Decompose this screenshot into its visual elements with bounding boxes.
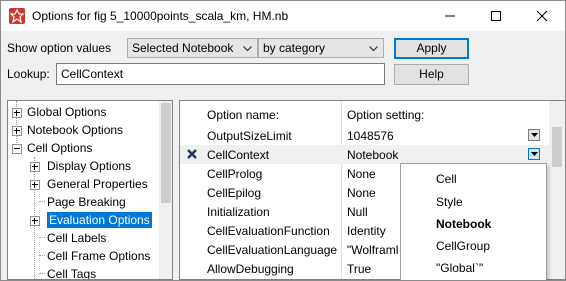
close-icon <box>536 10 548 22</box>
tree-item-page-breaking[interactable]: Page Breaking <box>8 193 158 211</box>
option-value[interactable]: None <box>347 186 376 200</box>
menu-option-cellgroup[interactable]: CellGroup <box>436 239 490 253</box>
expand-icon[interactable] <box>30 180 40 190</box>
window-title: Options for fig 5_10000points_scala_km, … <box>32 9 289 23</box>
tree-item-label: General Properties <box>47 177 148 191</box>
option-row-cellcontext[interactable]: CellContext Notebook <box>180 145 550 164</box>
triangle-down-icon <box>531 133 538 137</box>
maximize-button[interactable] <box>473 1 519 31</box>
tree-item-evaluation-options[interactable]: Evaluation Options <box>8 211 158 229</box>
lookup-input-value: CellContext <box>61 67 124 81</box>
option-row-outputsizelimit[interactable]: OutputSizeLimit 1048576 <box>180 126 550 145</box>
expand-icon[interactable] <box>12 108 22 118</box>
option-name: CellProlog <box>207 167 263 181</box>
tree-item-global-options[interactable]: Global Options <box>8 103 158 121</box>
option-value[interactable]: Notebook <box>347 148 398 162</box>
apply-button[interactable]: Apply <box>394 38 469 59</box>
scope-select-value: Selected Notebook <box>132 41 234 55</box>
menu-option-cell[interactable]: Cell <box>436 172 457 186</box>
tree-item-label: Page Breaking <box>47 195 126 209</box>
value-dropdown-button[interactable] <box>528 129 540 141</box>
option-name: Initialization <box>207 205 270 219</box>
tree-item-label: Display Options <box>47 159 132 173</box>
menu-option-style[interactable]: Style <box>436 195 463 209</box>
tree-item-cell-frame-options[interactable]: Cell Frame Options <box>8 247 158 265</box>
chevron-down-icon <box>369 46 378 52</box>
tree-item-label: Global Options <box>27 105 107 119</box>
value-dropdown-button[interactable] <box>528 148 540 160</box>
grid-scrollbar[interactable] <box>549 101 565 279</box>
lookup-input[interactable]: CellContext <box>56 63 385 85</box>
option-name: CellEpilog <box>207 186 262 200</box>
option-value[interactable]: Null <box>347 205 368 219</box>
menu-option-global[interactable]: "Global`" <box>436 261 483 275</box>
cellcontext-dropdown-menu[interactable]: Cell Style Notebook CellGroup "Global`" <box>400 163 547 280</box>
scope-select[interactable]: Selected Notebook <box>127 38 258 58</box>
tree-item-display-options[interactable]: Display Options <box>8 157 158 175</box>
tree-item-label: Cell Labels <box>47 231 107 245</box>
modified-marker-icon <box>187 149 197 159</box>
tree-item-notebook-options[interactable]: Notebook Options <box>8 121 158 139</box>
lookup-label: Lookup: <box>7 67 50 81</box>
option-name-header: Option name: <box>207 108 280 122</box>
help-button[interactable]: Help <box>394 64 469 85</box>
minimize-button[interactable] <box>427 1 473 31</box>
maximize-icon <box>491 11 501 21</box>
tree-scrollbar-thumb[interactable] <box>161 103 171 203</box>
grid-header: Option name: Option setting: <box>180 105 550 124</box>
option-value[interactable]: True <box>347 262 371 276</box>
option-name: CellEvaluationLanguage <box>207 243 338 257</box>
tree-item-cell-labels[interactable]: Cell Labels <box>8 229 158 247</box>
option-setting-header: Option setting: <box>347 108 425 122</box>
chevron-down-icon <box>243 46 252 52</box>
tree-item-label: Notebook Options <box>27 123 124 137</box>
options-window: Options for fig 5_10000points_scala_km, … <box>0 0 566 281</box>
option-name: CellEvaluationFunction <box>207 224 330 238</box>
grid-scrollbar-thumb[interactable] <box>552 127 562 167</box>
tree-item-label: Cell Frame Options <box>47 249 151 263</box>
expand-icon[interactable] <box>30 162 40 172</box>
tree-item-label: Cell Tags <box>47 267 97 280</box>
option-value[interactable]: "Wolframl <box>347 243 398 257</box>
tree-scrollbar[interactable] <box>159 101 172 279</box>
close-button[interactable] <box>519 1 565 31</box>
tree-item-label: Evaluation Options <box>47 212 152 228</box>
menu-option-notebook[interactable]: Notebook <box>436 217 491 231</box>
expand-icon[interactable] <box>12 126 22 136</box>
option-name: CellContext <box>207 148 270 162</box>
expand-icon[interactable] <box>30 216 40 226</box>
minimize-icon <box>445 15 455 17</box>
tree-item-label: Cell Options <box>27 141 93 155</box>
option-category-tree[interactable]: Global Options Notebook Options Cell Opt… <box>7 100 173 280</box>
option-name: AllowDebugging <box>207 262 294 276</box>
option-value[interactable]: None <box>347 167 376 181</box>
grouping-select-value: by category <box>263 41 326 55</box>
tree-item-cell-options[interactable]: Cell Options <box>8 139 158 157</box>
grouping-select[interactable]: by category <box>258 38 384 58</box>
tree-item-general-properties[interactable]: General Properties <box>8 175 158 193</box>
triangle-down-icon <box>531 152 538 156</box>
collapse-icon[interactable] <box>12 144 22 154</box>
show-option-values-label: Show option values <box>7 41 112 55</box>
option-value[interactable]: 1048576 <box>347 129 394 143</box>
option-name: OutputSizeLimit <box>207 129 292 143</box>
option-value[interactable]: Identity <box>347 224 386 238</box>
mathematica-icon <box>9 8 25 24</box>
tree-item-cell-tags[interactable]: Cell Tags <box>8 265 158 280</box>
title-bar[interactable]: Options for fig 5_10000points_scala_km, … <box>1 1 565 31</box>
